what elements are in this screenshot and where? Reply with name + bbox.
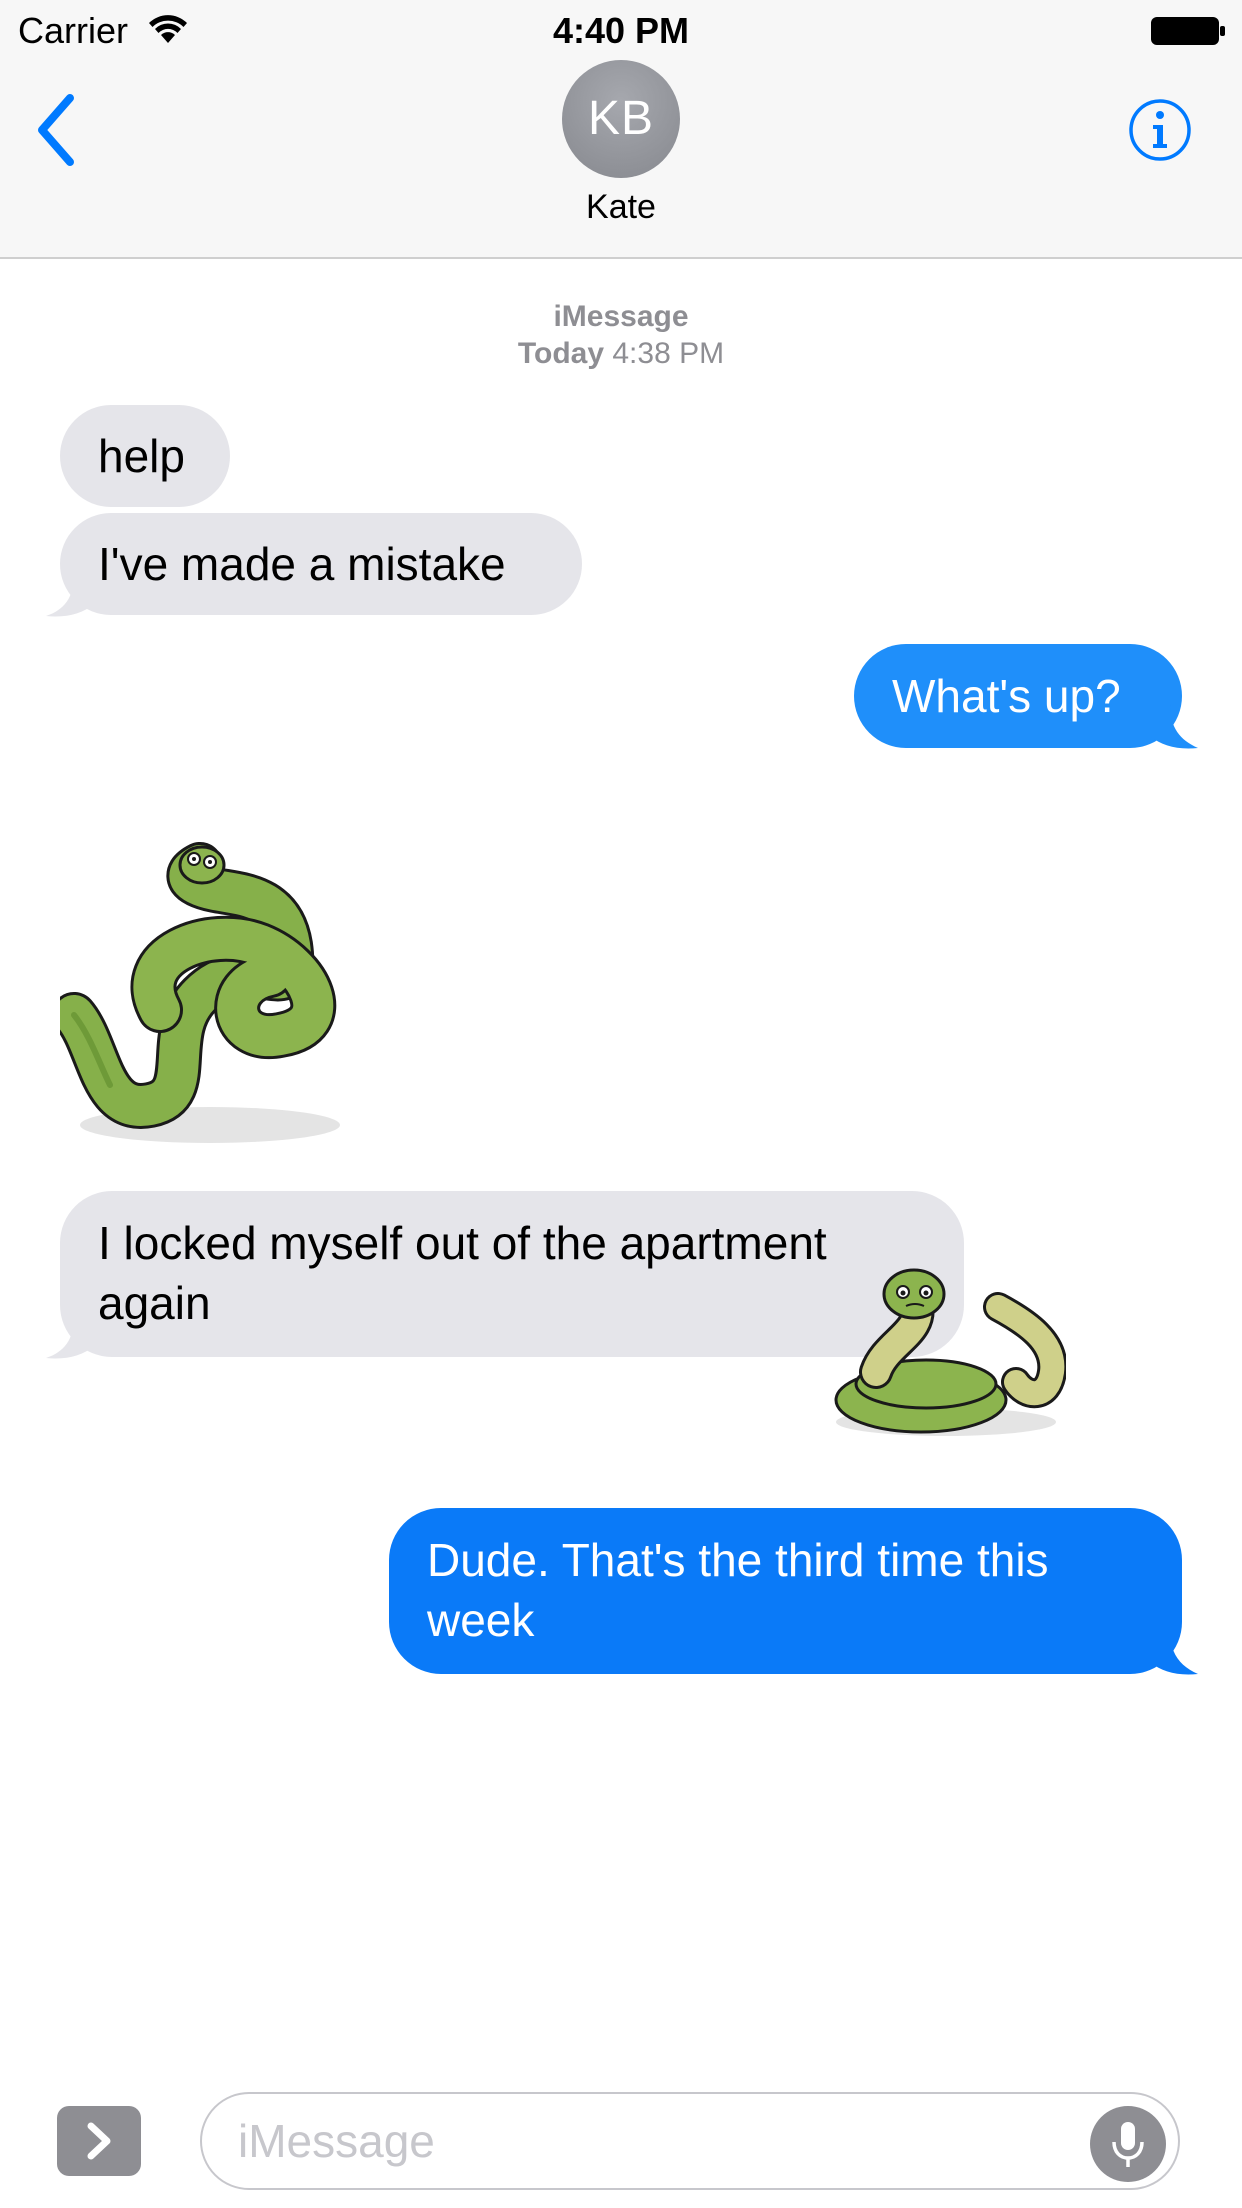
battery-icon <box>1151 17 1225 45</box>
service-label: iMessage <box>553 300 689 333</box>
incoming-message-bubble[interactable]: help <box>60 405 230 507</box>
back-button[interactable] <box>30 90 90 170</box>
status-bar: Carrier 4:40 PM <box>0 0 1242 60</box>
message-text-line: again <box>98 1277 211 1329</box>
tangled-snake-sticker[interactable] <box>60 835 400 1155</box>
contact-name[interactable]: Kate <box>0 188 1242 227</box>
chevron-left-icon <box>38 94 74 166</box>
apps-button[interactable] <box>57 2106 141 2176</box>
message-text-line: I locked myself out of the apartment <box>98 1217 827 1269</box>
bubble-tail <box>46 574 94 617</box>
info-icon <box>1129 99 1191 161</box>
message-input[interactable]: iMessage <box>200 2092 1180 2190</box>
message-text-line: Dude. That's the third time this <box>427 1534 1049 1586</box>
outgoing-message-bubble[interactable]: What's up? <box>854 644 1182 748</box>
timestamp-day: Today <box>517 337 605 370</box>
clock: 4:40 PM <box>552 10 690 51</box>
avatar[interactable]: KB <box>562 60 680 178</box>
outgoing-message-bubble[interactable]: Dude. That's the third time this week <box>389 1508 1182 1674</box>
incoming-message-bubble[interactable]: I've made a mistake <box>60 513 582 615</box>
microphone-icon <box>1112 2122 1144 2167</box>
chevron-right-icon <box>87 2122 111 2160</box>
message-input-placeholder: iMessage <box>238 2115 435 2167</box>
timestamp-time: 4:38 PM <box>612 337 725 370</box>
message-text: What's up? <box>892 670 1121 722</box>
conversation-header: KB Kate <box>0 60 1242 259</box>
microphone-button[interactable] <box>1090 2106 1166 2182</box>
conversation-timestamp: Today 4:38 PM <box>0 337 1242 371</box>
bubble-tail <box>1150 704 1198 749</box>
message-text-line: week <box>427 1594 535 1646</box>
info-button[interactable] <box>1128 98 1192 162</box>
coiled-snake-sticker[interactable] <box>816 1262 1066 1442</box>
message-text: I've made a mistake <box>98 538 506 590</box>
bubble-tail <box>1150 1630 1198 1675</box>
message-text: help <box>98 430 185 482</box>
bubble-tail <box>46 1316 94 1359</box>
